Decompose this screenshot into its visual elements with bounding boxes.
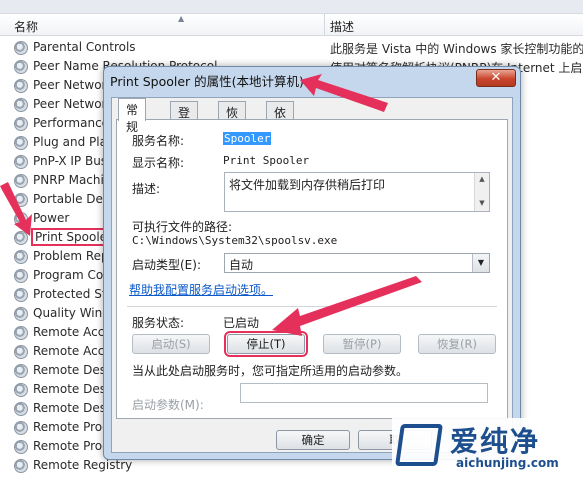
resume-button[interactable]: 恢复(R) — [418, 334, 496, 354]
tab-recovery[interactable]: 恢复 — [218, 101, 247, 137]
startup-type-value: 自动 — [229, 258, 254, 272]
gear-icon — [14, 79, 28, 93]
sort-caret-icon: ▲ — [178, 14, 185, 23]
dialog-body: 常规 登录 恢复 依存关系 服务名称: Spooler 显示名称: Print … — [111, 97, 513, 453]
column-header-bar: 名称 ▲ 描述 — [0, 14, 583, 36]
gear-icon — [14, 440, 28, 454]
gear-icon — [14, 231, 28, 245]
gear-icon — [14, 421, 28, 435]
divider — [127, 306, 497, 307]
gear-icon — [14, 212, 28, 226]
gear-icon — [14, 155, 28, 169]
gear-icon — [14, 136, 28, 150]
display-name-value[interactable]: Print Spooler — [223, 154, 309, 167]
gear-icon — [14, 402, 28, 416]
description-text: 将文件加载到内存供稍后打印 — [229, 178, 386, 192]
tab-general[interactable]: 常规 — [118, 98, 147, 134]
start-params-hint: 当从此处启动服务时，您可指定所适用的启动参数。 — [132, 364, 409, 378]
close-button[interactable]: ✕ — [476, 69, 516, 87]
service-name: Parental Controls — [33, 40, 136, 54]
gear-icon — [14, 41, 28, 55]
exe-path-value[interactable]: C:\Windows\System32\spoolsv.exe — [132, 234, 337, 247]
gear-icon — [14, 250, 28, 264]
startup-type-label: 启动类型(E): — [132, 258, 201, 272]
stop-button[interactable]: 停止(T) — [224, 331, 308, 357]
pause-button[interactable]: 暂停(P) — [323, 334, 401, 354]
gear-icon — [14, 326, 28, 340]
service-status-value: 已启动 — [223, 316, 260, 330]
ok-button[interactable]: 确定 — [276, 430, 350, 450]
start-params-input[interactable] — [240, 383, 488, 403]
gear-icon — [14, 174, 28, 188]
service-status-label: 服务状态: — [132, 316, 185, 330]
description-box[interactable]: 将文件加载到内存供稍后打印 ▲ ▼ — [224, 172, 490, 212]
help-configure-link[interactable]: 帮助我配置服务启动选项。 — [129, 281, 273, 298]
column-separator[interactable] — [324, 14, 325, 36]
gear-icon — [14, 364, 28, 378]
gear-icon — [14, 459, 28, 473]
gear-icon — [14, 383, 28, 397]
service-description: 此服务是 Vista 中的 Windows 家长控制功能的 — [330, 42, 583, 56]
gear-icon — [14, 345, 28, 359]
start-button[interactable]: 启动(S) — [132, 334, 210, 354]
dialog-title: Print Spooler 的属性(本地计算机) — [110, 74, 304, 89]
service-name: Print Spooler — [31, 228, 116, 246]
chevron-down-icon[interactable]: ▼ — [472, 254, 489, 272]
description-scrollbar[interactable]: ▲ ▼ — [474, 173, 489, 211]
general-tab-panel: 服务名称: Spooler 显示名称: Print Spooler 描述: 将文… — [116, 119, 508, 419]
exe-path-label: 可执行文件的路径: — [132, 220, 233, 234]
gear-icon — [14, 307, 28, 321]
service-row[interactable]: Parental Controls 此服务是 Vista 中的 Windows 家… — [0, 38, 583, 57]
gear-icon — [14, 117, 28, 131]
gear-icon — [14, 60, 28, 74]
gear-icon — [14, 288, 28, 302]
top-toolbar-strip — [0, 0, 583, 14]
properties-dialog: Print Spooler 的属性(本地计算机) ✕ 常规 登录 恢复 依存关系… — [103, 66, 521, 460]
gear-icon — [14, 98, 28, 112]
service-name: Power — [33, 211, 70, 225]
tab-logon[interactable]: 登录 — [170, 101, 199, 137]
display-name-label: 显示名称: — [132, 156, 185, 170]
watermark-url: aichunjing.com — [456, 456, 559, 470]
watermark: 爱纯净 aichunjing.com — [392, 418, 582, 474]
gear-icon — [14, 269, 28, 283]
service-name-label: 服务名称: — [132, 134, 185, 148]
brand-logo-icon — [395, 424, 443, 466]
service-name: Plug and Play — [33, 135, 115, 149]
gear-icon — [14, 193, 28, 207]
column-header-description[interactable]: 描述 — [330, 18, 354, 35]
watermark-brand: 爱纯净 — [450, 425, 541, 458]
service-name-value[interactable]: Spooler — [223, 132, 272, 145]
tab-dependencies[interactable]: 依存关系 — [266, 101, 295, 171]
column-header-name[interactable]: 名称 — [14, 18, 38, 35]
description-label: 描述: — [132, 182, 161, 196]
service-name: Remote Registry — [33, 458, 133, 472]
startup-type-select[interactable]: 自动 ▼ — [224, 253, 490, 273]
start-params-label: 启动参数(M): — [132, 398, 204, 412]
